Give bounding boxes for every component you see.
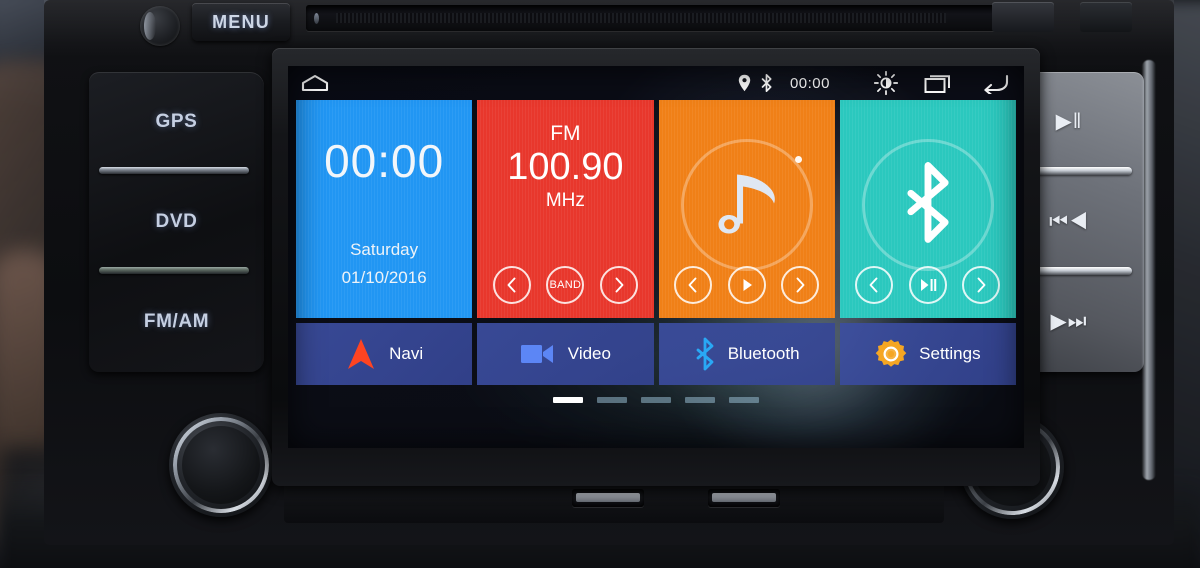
back-icon[interactable] bbox=[980, 72, 1010, 96]
dashboard-scene: MENU GPS DVD FM/AM ▶‖ ⏮◀ ▶⏭ 00:00 00:00 … bbox=[0, 0, 1200, 568]
bt-play-pause-button[interactable] bbox=[908, 266, 947, 304]
music-ring-dot bbox=[794, 155, 802, 163]
next-track-button-label: ▶⏭ bbox=[1050, 310, 1088, 333]
dvd-button-label: DVD bbox=[155, 210, 198, 232]
shortcut-bluetooth[interactable]: Bluetooth bbox=[658, 323, 835, 385]
navigation-arrow-icon bbox=[345, 337, 377, 371]
clock-weekday: Saturday bbox=[350, 240, 419, 259]
recent-apps-icon[interactable] bbox=[924, 72, 954, 94]
touchscreen[interactable]: 00:00 00:00 Saturday 01/10/2016 FM 100.9… bbox=[288, 66, 1024, 448]
radio-frequency: 100.90 bbox=[507, 146, 624, 188]
status-bar: 00:00 bbox=[288, 66, 1024, 100]
bt-next-button[interactable] bbox=[962, 266, 1001, 304]
bluetooth-icon bbox=[899, 161, 957, 248]
radio-band-label: FM bbox=[550, 122, 581, 145]
bluetooth-tile[interactable] bbox=[839, 100, 1016, 318]
cd-slot[interactable] bbox=[306, 5, 1006, 31]
music-note-icon bbox=[714, 166, 780, 243]
music-tile[interactable] bbox=[658, 100, 835, 318]
gear-icon bbox=[875, 338, 907, 370]
music-controls bbox=[659, 266, 835, 304]
clock-tile[interactable]: 00:00 Saturday 01/10/2016 bbox=[296, 100, 473, 318]
gps-button[interactable]: GPS bbox=[89, 72, 264, 171]
music-play-button[interactable] bbox=[727, 266, 766, 304]
shortcut-settings[interactable]: Settings bbox=[839, 323, 1016, 385]
menu-button[interactable]: MENU bbox=[192, 3, 290, 41]
page-dot[interactable] bbox=[553, 397, 583, 403]
bluetooth-icon bbox=[694, 337, 716, 371]
shortcut-navi-label: Navi bbox=[389, 344, 424, 363]
sd-card-slot-1[interactable] bbox=[572, 489, 644, 507]
volume-knob-left[interactable] bbox=[169, 413, 273, 517]
page-dot[interactable] bbox=[729, 397, 759, 403]
shortcut-navi[interactable]: Navi bbox=[296, 323, 473, 385]
head-unit-chassis: MENU GPS DVD FM/AM ▶‖ ⏮◀ ▶⏭ 00:00 00:00 … bbox=[44, 0, 1174, 545]
page-dot[interactable] bbox=[597, 397, 627, 403]
music-next-button[interactable] bbox=[781, 266, 820, 304]
radio-band-button-label: BAND bbox=[549, 279, 582, 291]
previous-track-button-label: ⏮◀ bbox=[1049, 209, 1089, 233]
tile-row-main: 00:00 Saturday 01/10/2016 FM 100.90 MHz … bbox=[296, 100, 1016, 318]
home-tiles: 00:00 Saturday 01/10/2016 FM 100.90 MHz … bbox=[288, 100, 1024, 403]
video-camera-icon bbox=[520, 341, 556, 367]
radio-band-button[interactable]: BAND bbox=[546, 266, 585, 304]
radio-controls: BAND bbox=[477, 266, 653, 304]
page-dot[interactable] bbox=[685, 397, 715, 403]
radio-unit: MHz bbox=[545, 189, 585, 211]
fm-am-button[interactable]: FM/AM bbox=[89, 272, 264, 371]
status-clock: 00:00 bbox=[789, 74, 830, 92]
sd-card-slot-2[interactable] bbox=[708, 489, 780, 507]
dvd-button[interactable]: DVD bbox=[89, 172, 264, 271]
music-prev-button[interactable] bbox=[674, 266, 713, 304]
bt-prev-button[interactable] bbox=[855, 266, 894, 304]
shortcut-settings-label: Settings bbox=[919, 344, 981, 363]
brightness-icon[interactable] bbox=[873, 70, 899, 96]
top-right-button-2[interactable] bbox=[1080, 2, 1132, 32]
shortcut-video-label: Video bbox=[567, 344, 611, 363]
location-pin-icon bbox=[738, 74, 751, 92]
shortcut-video[interactable]: Video bbox=[477, 323, 654, 385]
fm-am-button-label: FM/AM bbox=[143, 310, 210, 332]
page-dot[interactable] bbox=[641, 397, 671, 403]
bluetooth-controls bbox=[840, 266, 1016, 304]
clock-time: 00:00 bbox=[324, 135, 445, 187]
chrome-trim-right bbox=[1142, 60, 1156, 480]
clock-date: 01/10/2016 bbox=[341, 268, 427, 287]
home-icon[interactable] bbox=[300, 73, 330, 93]
shortcut-bluetooth-label: Bluetooth bbox=[727, 344, 800, 363]
page-indicator bbox=[296, 397, 1016, 403]
play-pause-button-label: ▶‖ bbox=[1055, 110, 1083, 133]
menu-button-label: MENU bbox=[212, 11, 270, 32]
shortcut-row: Navi Video Bluetooth Settings bbox=[296, 323, 1016, 385]
top-right-button-1[interactable] bbox=[992, 2, 1054, 32]
radio-prev-button[interactable] bbox=[492, 266, 531, 304]
cd-slot-indicator bbox=[314, 13, 319, 24]
gps-button-label: GPS bbox=[155, 110, 198, 132]
left-button-column: GPS DVD FM/AM bbox=[89, 72, 264, 372]
radio-next-button[interactable] bbox=[599, 266, 638, 304]
screen-bezel: 00:00 00:00 Saturday 01/10/2016 FM 100.9… bbox=[272, 48, 1040, 486]
top-small-knob[interactable] bbox=[140, 6, 180, 46]
radio-tile[interactable]: FM 100.90 MHz BAND bbox=[477, 100, 654, 318]
bluetooth-icon bbox=[760, 74, 773, 92]
